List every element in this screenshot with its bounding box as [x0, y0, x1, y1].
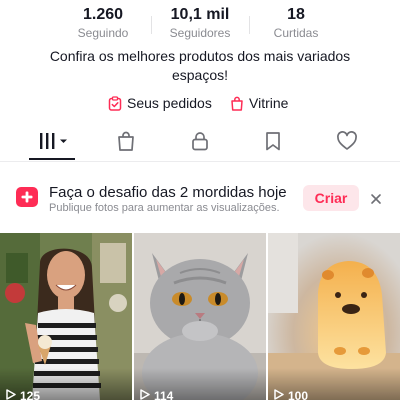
following-label: Seguindo [77, 26, 129, 40]
challenge-banner[interactable]: Faça o desafio das 2 mordidas hoje Publi… [0, 165, 400, 230]
shopping-bag-icon [117, 131, 135, 156]
tab-private[interactable] [180, 128, 220, 158]
lock-icon [191, 131, 209, 156]
woman-with-ice-cream-image [0, 233, 132, 400]
videos-grid-icon [38, 132, 70, 155]
active-tab-indicator [29, 158, 75, 160]
view-count-value: 114 [154, 389, 174, 400]
likes-label: Curtidas [273, 26, 319, 40]
orders-link-label: Seus pedidos [127, 95, 212, 111]
grey-cat-image [134, 233, 266, 400]
tab-saved[interactable] [253, 128, 293, 158]
showcase-link-label: Vitrine [249, 95, 289, 111]
shopping-bag-icon [230, 96, 244, 111]
create-button[interactable]: Criar [303, 185, 359, 211]
play-icon [140, 389, 150, 400]
tab-liked[interactable] [327, 128, 367, 158]
add-video-icon [16, 187, 38, 207]
heart-icon [336, 130, 358, 156]
view-count-value: 125 [20, 389, 41, 400]
video-grid: 125 114 100 [0, 233, 400, 400]
likes-stat[interactable]: 18 Curtidas [246, 4, 346, 40]
likes-count: 18 [287, 6, 305, 23]
followers-label: Seguidores [169, 26, 231, 40]
followers-stat[interactable]: 10,1 mil Seguidores [150, 4, 250, 40]
tab-shop[interactable] [106, 128, 146, 158]
play-icon [274, 389, 284, 400]
close-icon[interactable] [366, 189, 386, 209]
capybara-lamp-image [268, 233, 400, 400]
following-stat[interactable]: 1.260 Seguindo [53, 4, 153, 40]
challenge-title: Faça o desafio das 2 mordidas hoje [49, 184, 287, 201]
clipboard-check-icon [108, 95, 122, 111]
showcase-link[interactable]: Vitrine [230, 93, 288, 113]
video-thumbnail[interactable]: 100 [268, 233, 400, 400]
challenge-subtitle: Publique fotos para aumentar as visualiz… [49, 202, 280, 214]
profile-links: Seus pedidos Vitrine [0, 93, 400, 113]
view-count: 114 [140, 389, 173, 400]
video-thumbnail[interactable]: 125 [0, 233, 132, 400]
tab-videos[interactable] [32, 128, 76, 158]
orders-link[interactable]: Seus pedidos [108, 93, 212, 113]
profile-bio: Confira os melhores produtos dos mais va… [49, 48, 351, 83]
view-count: 100 [274, 389, 308, 400]
view-count: 125 [6, 389, 40, 400]
view-count-value: 100 [288, 389, 309, 400]
video-thumbnail[interactable]: 114 [134, 233, 266, 400]
followers-count: 10,1 mil [170, 6, 230, 23]
bookmark-icon [265, 131, 281, 156]
profile-tabs [0, 128, 400, 160]
following-count: 1.260 [82, 6, 124, 23]
tabs-divider [0, 161, 400, 162]
play-icon [6, 389, 16, 400]
profile-stats: 1.260 Seguindo 10,1 mil Seguidores 18 Cu… [0, 4, 400, 44]
